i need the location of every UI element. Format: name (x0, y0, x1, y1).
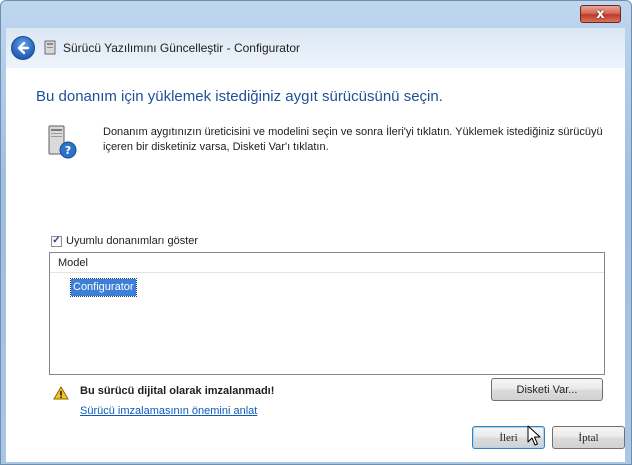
next-button[interactable]: İleri (472, 426, 545, 449)
compatible-hardware-row[interactable]: ✓ Uyumlu donanımları göster (51, 235, 198, 247)
page-title: Bu donanım için yüklemek istediğiniz ayg… (36, 88, 443, 105)
instruction-text: Donanım aygıtınızın üreticisini ve model… (103, 126, 603, 153)
window-title: Sürücü Yazılımını Güncelleştir - Configu… (63, 41, 300, 55)
unsigned-driver-warning: Bu sürücü dijital olarak imzalanmadı! (80, 385, 275, 397)
checkmark-icon: ✓ (52, 235, 61, 246)
list-item[interactable]: Configurator (70, 278, 137, 297)
cancel-button[interactable]: İptal (552, 426, 625, 449)
dialog-client: Sürücü Yazılımını Güncelleştir - Configu… (6, 28, 625, 462)
computer-help-icon: ? (48, 125, 77, 159)
warning-icon (53, 386, 69, 400)
driver-signing-link[interactable]: Sürücü imzalamasının önemini anlat (80, 405, 257, 417)
header-bar: Sürücü Yazılımını Güncelleştir - Configu… (6, 28, 625, 68)
back-button[interactable] (11, 36, 35, 60)
compatible-hardware-checkbox[interactable]: ✓ (51, 235, 62, 247)
close-icon: x (596, 6, 605, 22)
model-column-header[interactable]: Model (50, 253, 604, 273)
device-icon (44, 40, 56, 55)
svg-text:?: ? (65, 144, 71, 157)
compatible-hardware-label: Uyumlu donanımları göster (66, 235, 199, 247)
have-disk-button[interactable]: Disketi Var... (491, 378, 603, 401)
close-button[interactable]: x (580, 5, 621, 23)
back-arrow-icon (17, 41, 30, 55)
model-list[interactable]: Model Configurator (49, 252, 605, 375)
